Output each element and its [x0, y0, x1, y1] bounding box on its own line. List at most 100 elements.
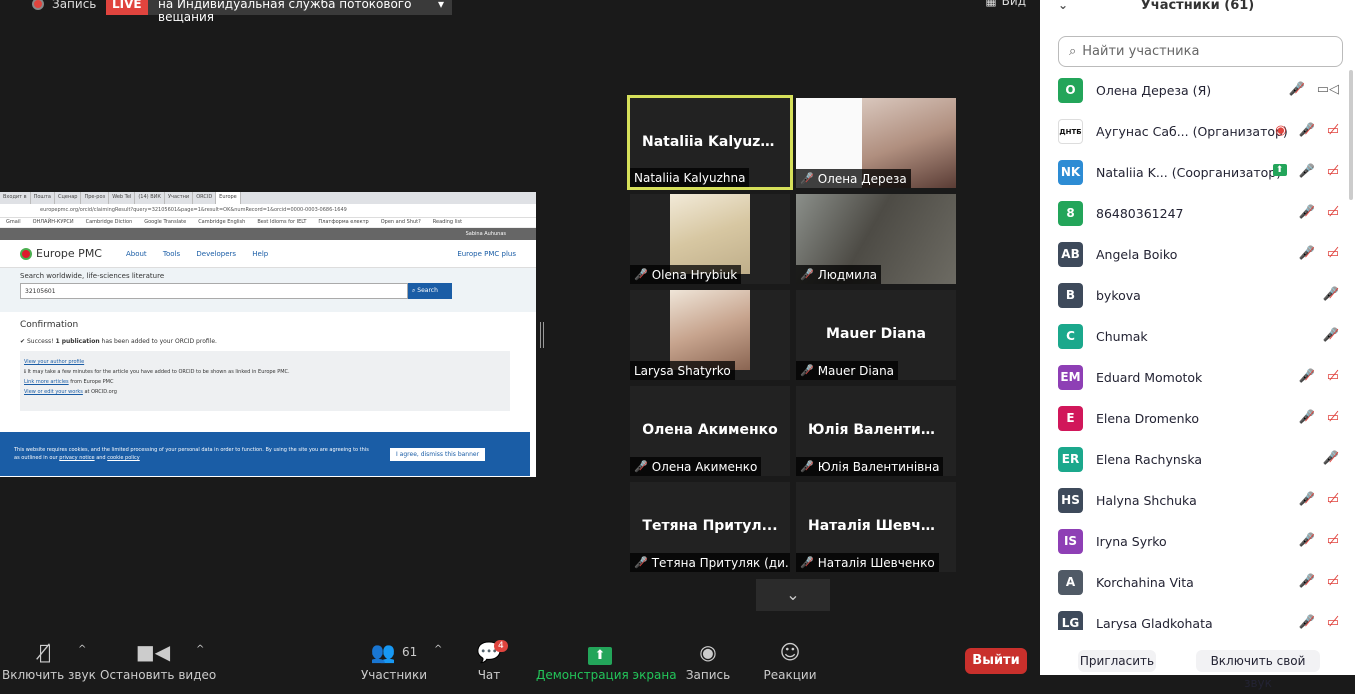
- video-options-caret-icon[interactable]: ^: [196, 644, 204, 655]
- video-tile[interactable]: Юлія Валентині... 🎤̸ Юлія Валентинівна: [796, 386, 956, 476]
- chevron-down-icon: ⌄: [786, 585, 800, 604]
- nav-developers[interactable]: Developers: [196, 250, 236, 258]
- video-tile[interactable]: 🎤̸ Olena Hrybiuk: [630, 194, 790, 284]
- record-label: Запись: [52, 0, 97, 11]
- browser-tab[interactable]: (14) ВИК: [135, 192, 165, 204]
- tile-label-text: Олена Акименко: [651, 459, 758, 474]
- live-badge: LIVE: [106, 0, 148, 15]
- view-edit-works-link[interactable]: View or edit your works: [24, 389, 83, 395]
- share-screen-button[interactable]: ⬆ Демонстрация экрана: [536, 640, 677, 682]
- avatar: O: [1058, 78, 1083, 103]
- tile-name-big: Nataliia Kalyuzh...: [642, 134, 787, 150]
- pmc-search-button[interactable]: ⌕ Search: [408, 283, 452, 299]
- nav-help[interactable]: Help: [252, 250, 268, 258]
- record-icon: ◉: [699, 640, 717, 664]
- audio-options-caret-icon[interactable]: ^: [78, 644, 86, 655]
- bookmark[interactable]: ОНЛАЙН-КУРСИ: [33, 219, 74, 226]
- video-tile[interactable]: 🎤̸ Олена Дереза: [796, 98, 956, 188]
- bookmark[interactable]: Google Translate: [144, 219, 186, 226]
- browser-tab[interactable]: Сценар: [55, 192, 82, 204]
- unmute-button[interactable]: 🎙̸ Включить звук: [2, 640, 96, 682]
- view-author-profile-link[interactable]: View your author profile: [24, 359, 84, 365]
- pmc-plus-link[interactable]: Europe PMC plus: [457, 250, 516, 258]
- participant-row[interactable]: EM Eduard Momotok 🎤̸ ▭̸: [1040, 357, 1355, 398]
- participant-row[interactable]: ER Elena Rachynska 🎤̸: [1040, 439, 1355, 480]
- bookmark[interactable]: Cambridge Diction: [86, 219, 133, 226]
- splitter-handle[interactable]: [540, 322, 544, 348]
- participant-row[interactable]: 8 86480361247 🎤̸ ▭̸: [1040, 193, 1355, 234]
- participant-name: Аугунас Саб... (Организатор): [1096, 124, 1288, 139]
- participant-name: Elena Dromenko: [1096, 411, 1199, 426]
- participant-name: Halyna Shchuka: [1096, 493, 1197, 508]
- participant-search-input[interactable]: ⌕ Найти участника: [1058, 36, 1343, 67]
- unmute-self-button[interactable]: Включить свой звук: [1196, 650, 1320, 690]
- browser-tab[interactable]: Входит в: [0, 192, 31, 204]
- privacy-notice-link[interactable]: privacy notice: [59, 455, 94, 461]
- address-bar[interactable]: europepmc.org/orcid/claimingResult?query…: [0, 204, 536, 218]
- bookmark[interactable]: Best Idioms for IELT: [257, 219, 306, 226]
- browser-tab[interactable]: Пошта: [31, 192, 55, 204]
- mic-muted-icon: 🎤̸: [1298, 410, 1315, 425]
- confirmation-section: Confirmation ✔ Success! 1 publication ha…: [0, 312, 536, 419]
- video-tile[interactable]: Наталія Шевче... 🎤̸ Наталія Шевченко: [796, 482, 956, 572]
- video-tile[interactable]: 🎤̸ Людмила: [796, 194, 956, 284]
- browser-tab[interactable]: Пре-роз: [81, 192, 110, 204]
- participant-list: O Олена Дереза (Я) 🎤̸ ▭◁ ДНТБ Аугунас Саб…: [1040, 70, 1355, 630]
- cookie-policy-link[interactable]: cookie policy: [107, 455, 140, 461]
- bookmark[interactable]: Open and Shut?: [381, 219, 421, 226]
- cookie-agree-button[interactable]: I agree, dismiss this banner: [390, 448, 486, 461]
- browser-tab[interactable]: ORCID: [193, 192, 217, 204]
- participants-caret-icon[interactable]: ^: [434, 644, 442, 655]
- bookmark[interactable]: Платформа електр: [318, 219, 368, 226]
- tile-label: 🎤̸ Mauer Diana: [796, 361, 899, 380]
- bookmark[interactable]: Gmail: [6, 219, 21, 226]
- participant-row[interactable]: NK Nataliia K... (Соорганизатор) ⬆ 🎤 ▭̸: [1040, 152, 1355, 193]
- participant-row[interactable]: C Chumak 🎤̸: [1040, 316, 1355, 357]
- video-tile-active[interactable]: Nataliia Kalyuzh... Nataliia Kalyuzhna: [627, 95, 793, 190]
- mic-muted-icon: 🎙̸: [38, 640, 51, 664]
- video-tile[interactable]: Олена Акименко 🎤̸ Олена Акименко: [630, 386, 790, 476]
- video-tile[interactable]: Larysa Shatyrko: [630, 290, 790, 380]
- video-tile[interactable]: Тетяна Притул... 🎤̸ Тетяна Притуляк (ди..…: [630, 482, 790, 572]
- reactions-icon: ☺: [779, 640, 801, 664]
- record-button[interactable]: ◉ Запись: [682, 640, 734, 682]
- participants-button[interactable]: 👥 61 Участники: [356, 640, 432, 682]
- link-more-articles[interactable]: Link more articles: [24, 379, 69, 385]
- avatar: LG: [1058, 611, 1083, 630]
- leave-button[interactable]: Выйти: [965, 648, 1027, 674]
- chat-button[interactable]: 💬 4 Чат: [466, 640, 512, 682]
- participant-row[interactable]: B bykova 🎤̸: [1040, 275, 1355, 316]
- invite-button[interactable]: Пригласить: [1078, 650, 1156, 672]
- participant-row[interactable]: ДНТБ Аугунас Саб... (Организатор) ◉ 🎤̸ ▭̸: [1040, 111, 1355, 152]
- panel-header: ⌄ Участники (61): [1040, 0, 1355, 22]
- participant-row[interactable]: LG Larysa Gladkohata 🎤̸ ▭̸: [1040, 603, 1355, 630]
- nav-tools[interactable]: Tools: [163, 250, 180, 258]
- stop-video-button[interactable]: ■◀ Остановить видео: [100, 640, 216, 682]
- bookmark[interactable]: Reading list: [433, 219, 462, 226]
- participant-row[interactable]: IS Iryna Syrko 🎤̸ ▭̸: [1040, 521, 1355, 562]
- browser-tab[interactable]: Europe: [216, 192, 241, 204]
- participant-row[interactable]: A Korchahina Vita 🎤̸ ▭̸: [1040, 562, 1355, 603]
- pmc-logo[interactable]: Europe PMC: [20, 247, 102, 260]
- mic-muted-icon: 🎤̸: [1298, 369, 1315, 384]
- user-bar[interactable]: Sabina Auhunas: [0, 228, 536, 240]
- browser-tab[interactable]: Участни: [165, 192, 194, 204]
- nav-about[interactable]: About: [126, 250, 147, 258]
- participant-row[interactable]: O Олена Дереза (Я) 🎤̸ ▭◁: [1040, 70, 1355, 111]
- view-button[interactable]: ▦ Вид: [985, 0, 1026, 8]
- meeting-toolbar: 🎙̸ Включить звук ^ ■◀ Остановить видео ^…: [0, 636, 1040, 682]
- participant-row[interactable]: AB Angela Boiko 🎤̸ ▭̸: [1040, 234, 1355, 275]
- pmc-search-input[interactable]: 32105601: [20, 283, 408, 299]
- participant-row[interactable]: E Elena Dromenko 🎤̸ ▭̸: [1040, 398, 1355, 439]
- browser-tab[interactable]: Web Tel: [109, 192, 136, 204]
- next-page-button[interactable]: ⌄: [756, 579, 830, 611]
- stream-dropdown[interactable]: на Индивидуальная служба потокового веща…: [148, 0, 452, 24]
- video-tile[interactable]: Mauer Diana 🎤̸ Mauer Diana: [796, 290, 956, 380]
- bookmark[interactable]: Cambridge English: [198, 219, 245, 226]
- reactions-button[interactable]: ☺ Реакции: [760, 640, 820, 682]
- recording-indicator[interactable]: Запись: [32, 0, 96, 14]
- video-off-icon: ▭̸: [1326, 533, 1339, 548]
- cookie-banner: This website requires cookies, and the l…: [0, 432, 530, 476]
- participant-row[interactable]: HS Halyna Shchuka 🎤̸ ▭̸: [1040, 480, 1355, 521]
- chevron-down-icon[interactable]: ⌄: [1058, 0, 1068, 12]
